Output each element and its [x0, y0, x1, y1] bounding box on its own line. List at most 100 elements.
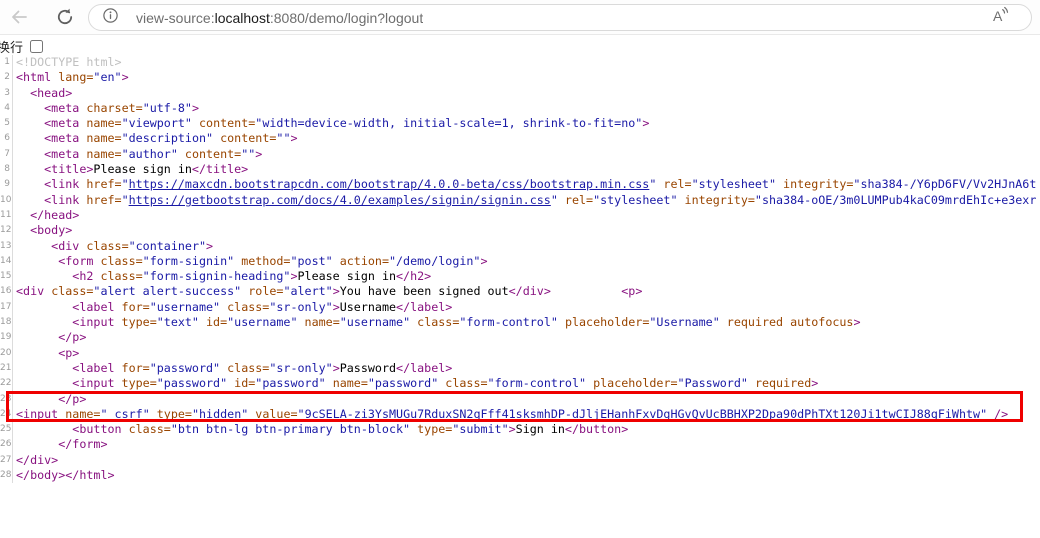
code-token: You have been signed out	[339, 284, 509, 299]
line-code: <link href="https://getbootstrap.com/doc…	[13, 193, 1036, 208]
code-token: "form-signin"	[142, 253, 235, 268]
source-line: 10 <link href="https://getbootstrap.com/…	[0, 192, 1040, 208]
code-token: />	[987, 406, 1009, 421]
code-token: value=	[248, 406, 298, 421]
url-host: localhost	[214, 9, 270, 26]
code-token: <p>	[621, 284, 643, 299]
line-wrap-label: 换行	[0, 40, 24, 56]
line-code: <meta name="description" content="">	[13, 131, 297, 146]
code-token: </button>	[564, 422, 629, 437]
source-line: 23 </p>	[0, 391, 1040, 407]
line-number: 19	[0, 330, 13, 346]
code-token: Password	[339, 360, 397, 375]
line-number: 16	[0, 284, 13, 300]
svg-text:A: A	[993, 8, 1003, 24]
reload-button[interactable]	[52, 5, 78, 31]
code-token: <button	[16, 422, 122, 437]
code-token: content=	[177, 146, 242, 161]
line-number: 10	[0, 192, 13, 208]
source-line: 9 <link href="https://maxcdn.bootstrapcd…	[0, 177, 1040, 193]
code-token: name=	[58, 406, 101, 421]
code-token: class=	[93, 269, 143, 284]
line-code: <!DOCTYPE html>	[13, 55, 122, 70]
source-line: 25 <button class="btn btn-lg btn-primary…	[0, 422, 1040, 438]
code-token: class=	[79, 238, 129, 253]
code-token: <body>	[16, 223, 73, 238]
line-number: 8	[0, 162, 13, 178]
line-number: 22	[0, 376, 13, 392]
code-token: href=	[79, 192, 122, 207]
code-token: <!DOCTYPE html>	[16, 55, 122, 69]
code-token: class=	[410, 315, 460, 330]
code-token: "sr-only"	[269, 299, 333, 314]
code-token: id=	[198, 315, 228, 330]
source-link[interactable]: https://maxcdn.bootstrapcdn.com/bootstra…	[129, 177, 650, 191]
line-number: 24	[0, 406, 13, 423]
code-token: "	[121, 177, 129, 192]
page-info-icon[interactable]	[102, 7, 119, 29]
source-line: 28 </body></html>	[0, 468, 1040, 484]
code-token: <meta	[16, 100, 80, 115]
code-token: </p>	[16, 330, 87, 345]
line-code: </head>	[13, 208, 79, 223]
line-code: <div class="alert alert-success" role="a…	[13, 284, 642, 299]
code-token: <meta	[16, 131, 80, 146]
code-token: "viewport"	[121, 116, 192, 131]
code-token: "Password"	[677, 376, 748, 391]
line-code: </p>	[13, 392, 86, 407]
source-line: 8 <title>Please sign in</title>	[0, 162, 1040, 178]
code-token: <input	[16, 315, 115, 330]
code-token: "en"	[93, 70, 122, 85]
code-token: "password"	[367, 376, 439, 391]
code-token: "stylesheet"	[593, 192, 678, 207]
code-token: name=	[79, 116, 122, 131]
line-code: <p>	[13, 346, 79, 361]
source-link[interactable]: https://getbootstrap.com/docs/4.0/exampl…	[129, 193, 551, 207]
line-code: <meta name="viewport" content="width=dev…	[13, 116, 649, 131]
back-button[interactable]	[6, 5, 32, 31]
line-code: </p>	[13, 330, 86, 345]
code-token: <form	[16, 253, 94, 268]
source-line: 3 <head>	[0, 85, 1040, 101]
line-number: 6	[0, 131, 13, 147]
code-token: <div	[16, 238, 80, 253]
code-token: <meta	[16, 146, 80, 161]
line-code: <label for="password" class="sr-only">Pa…	[13, 361, 452, 376]
code-token: <input	[16, 376, 115, 391]
source-line: 12 <body>	[0, 223, 1040, 239]
code-token: name=	[325, 376, 368, 391]
line-number: 20	[0, 345, 13, 361]
url-scheme: view-source:	[136, 9, 215, 26]
address-bar[interactable]: view-source:localhost:8080/demo/login?lo…	[88, 4, 1032, 31]
code-token: "	[550, 192, 558, 207]
source-line: 24 <input name="_csrf" type="hidden" valu…	[0, 406, 1040, 423]
line-code: <head>	[13, 86, 72, 101]
source-line: 15 <h2 class="form-signin-heading">Pleas…	[0, 269, 1040, 285]
source-line: 21 <label for="password" class="sr-only"…	[0, 360, 1040, 377]
line-code: <div class="container">	[13, 239, 213, 254]
code-token: >	[290, 269, 298, 284]
line-code: <input name="_csrf" type="hidden" value=…	[13, 407, 1008, 422]
code-token: </form>	[16, 437, 108, 452]
source-line: 27 </div>	[0, 452, 1040, 469]
source-line: 16 <div class="alert alert-success" role=…	[0, 284, 1040, 300]
line-number: 12	[0, 223, 13, 239]
code-token: for=	[114, 360, 150, 375]
code-token: "sha384-oOE/3m0LUMPub4kaC09mrdEhIc+e3exr	[754, 192, 1037, 207]
source-line: 22 <input type="password" id="password" …	[0, 376, 1040, 392]
code-token: </p>	[16, 391, 87, 406]
code-token: <meta	[16, 116, 80, 131]
code-token: "stylesheet"	[691, 177, 777, 192]
line-wrap-checkbox[interactable]	[30, 39, 44, 53]
read-aloud-button[interactable]: A	[988, 4, 1014, 30]
code-token: "username"	[149, 299, 221, 314]
back-arrow-icon	[9, 7, 29, 30]
code-token: Sign in	[515, 422, 565, 437]
line-code: </body></html>	[13, 468, 115, 483]
code-token: type=	[114, 315, 157, 330]
line-number: 28	[0, 468, 13, 484]
url-text: view-source:localhost:8080/demo/login?lo…	[136, 10, 423, 26]
code-token: content=	[191, 116, 256, 131]
code-token: class=	[220, 299, 270, 314]
code-token: class=	[93, 253, 143, 268]
